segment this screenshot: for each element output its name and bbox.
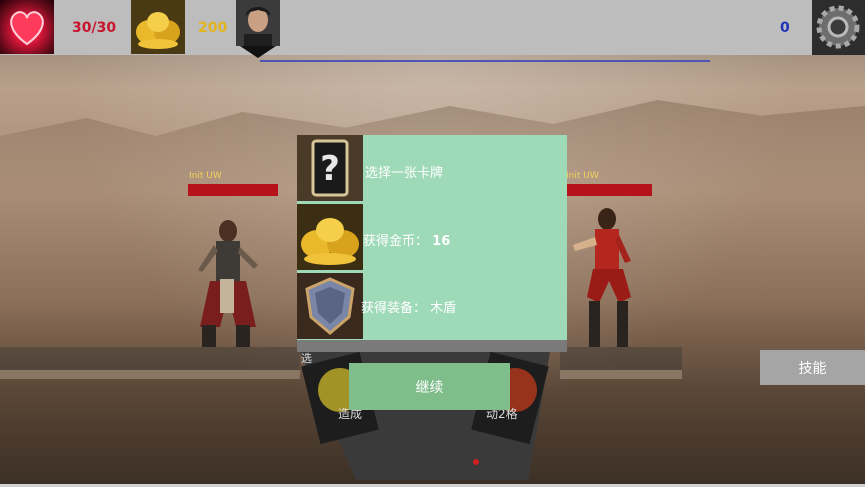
gold-bags-icon (297, 204, 363, 270)
top-hud-bar: 30/30 200 0 (0, 0, 865, 58)
skill-button[interactable]: 技能 (760, 350, 865, 385)
reward-row-card: 选择一张卡牌 (365, 162, 443, 181)
shield-icon (297, 273, 363, 339)
player-hp-bar (188, 184, 278, 196)
question-card-icon[interactable]: ? (297, 135, 363, 201)
player-name-tag: Init UW (189, 171, 222, 181)
player-character (198, 220, 258, 347)
player-avatar[interactable] (236, 0, 280, 46)
continue-button[interactable]: 继续 (349, 363, 510, 410)
svg-text:?: ? (320, 149, 340, 189)
hp-counter: 30/30 (72, 20, 117, 36)
gear-icon[interactable] (812, 0, 865, 55)
reward-row-gold: 获得金币： 16 (363, 230, 450, 249)
right-ground-strip (560, 370, 682, 379)
avatar-pointer (240, 46, 276, 58)
reward-row-equipment: 获得装备： 木盾 (361, 297, 456, 316)
enemy-hp-bar (566, 184, 652, 196)
reward-card-label: 选择一张卡牌 (365, 166, 444, 181)
card-corner-text: 选 (301, 352, 312, 365)
enemy-character (573, 208, 631, 347)
reward-panel-footer (297, 340, 567, 352)
turn-progress-line (260, 60, 710, 62)
enemy-name-tag: Init UW (566, 171, 599, 181)
reward-equipment-value: 木盾 (430, 301, 457, 316)
reward-equipment-label: 获得装备： (361, 301, 427, 316)
gold-counter: 200 (198, 20, 228, 36)
left-ground-strip (0, 370, 300, 379)
reward-gold-label: 获得金币： (363, 234, 429, 249)
reward-gold-value: 16 (432, 234, 451, 249)
score-counter: 0 (780, 20, 790, 36)
gold-bags-icon (131, 0, 185, 54)
heart-icon (0, 0, 54, 54)
